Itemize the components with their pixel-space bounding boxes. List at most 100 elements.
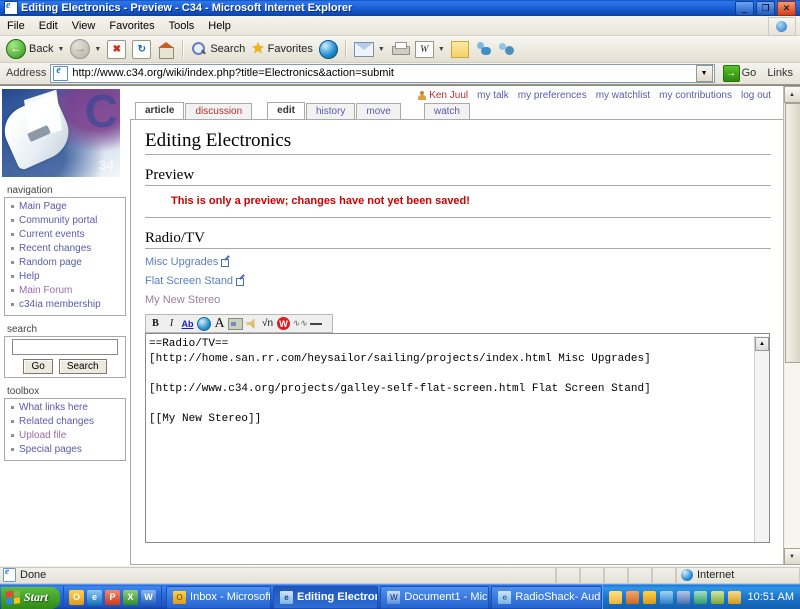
math-formula-button[interactable]: √n — [260, 316, 275, 331]
toolbox-link-special-pages[interactable]: Special pages — [19, 444, 82, 455]
tab-discussion[interactable]: discussion — [185, 103, 252, 119]
list-item[interactable]: Recent changes — [19, 242, 125, 256]
sidebar-link-current-events[interactable]: Current events — [19, 229, 85, 240]
list-item[interactable]: Special pages — [19, 443, 125, 457]
bold-button[interactable]: B — [148, 316, 163, 331]
embedded-image-button[interactable] — [228, 316, 243, 331]
close-button[interactable]: ✕ — [777, 1, 796, 16]
tab-edit[interactable]: edit — [267, 102, 305, 119]
links-button[interactable]: Links — [764, 67, 798, 79]
scroll-down-button[interactable]: ▼ — [784, 548, 800, 565]
menu-item-help[interactable]: Help — [201, 18, 238, 34]
tab-article[interactable]: article — [135, 102, 184, 119]
media-button[interactable] — [316, 38, 341, 60]
messenger-button[interactable] — [495, 38, 518, 60]
toolbox-link-upload-file[interactable]: Upload file — [19, 430, 66, 441]
toolbox-link-what-links-here[interactable]: What links here — [19, 402, 88, 413]
quicklaunch-powerpoint-icon[interactable]: P — [105, 590, 120, 605]
sidebar-link-c34ia-membership[interactable]: c34ia membership — [19, 299, 101, 310]
personal-link-log-out[interactable]: log out — [741, 90, 771, 101]
list-item[interactable]: Current events — [19, 228, 125, 242]
sidebar-link-main-forum[interactable]: Main Forum — [19, 285, 72, 296]
taskbar-item-ie-editing[interactable]: e Editing Electronics... — [273, 586, 378, 609]
wikitext-textarea[interactable]: ==Radio/TV== [http://home.san.rr.com/hey… — [145, 333, 770, 543]
taskbar-clock[interactable]: 10:51 AM — [745, 591, 794, 603]
edit-word-button[interactable]: W ▼ — [412, 38, 448, 60]
quicklaunch-word-icon[interactable]: W — [141, 590, 156, 605]
list-item[interactable]: Help — [19, 270, 125, 284]
menu-item-favorites[interactable]: Favorites — [102, 18, 161, 34]
list-item[interactable]: Upload file — [19, 429, 125, 443]
menu-item-file[interactable]: File — [0, 18, 32, 34]
external-link-button[interactable] — [196, 316, 211, 331]
scroll-up-icon[interactable]: ▲ — [755, 337, 769, 351]
scrollbar-thumb[interactable] — [785, 103, 800, 363]
taskbar-item-word-document[interactable]: W Document1 - Microso... — [380, 586, 489, 609]
refresh-button[interactable]: ↻ — [129, 38, 154, 60]
stop-button[interactable]: ✖ — [104, 38, 129, 60]
toolbox-link-related-changes[interactable]: Related changes — [19, 416, 94, 427]
scrollbar-track[interactable] — [785, 103, 800, 548]
security-zone[interactable]: Internet — [676, 567, 800, 584]
msn-button[interactable] — [472, 38, 495, 60]
menu-item-view[interactable]: View — [65, 18, 103, 34]
personal-link-my-contributions[interactable]: my contributions — [659, 90, 732, 101]
taskbar-item-ie-radioshack[interactable]: e RadioShack- Audio/Vi... — [491, 586, 601, 609]
start-button[interactable]: Start — [1, 587, 60, 609]
list-item[interactable]: Related changes — [19, 415, 125, 429]
forward-button[interactable]: → ▼ — [67, 38, 104, 60]
taskbar-item-outlook[interactable]: O Inbox - Microsoft Ou... — [166, 586, 271, 609]
quicklaunch-ie-icon[interactable]: e — [87, 590, 102, 605]
tab-watch[interactable]: watch — [424, 103, 470, 119]
site-logo[interactable]: C 34 — [2, 89, 120, 177]
search-button[interactable]: Search — [188, 38, 248, 60]
italic-button[interactable]: I — [164, 316, 179, 331]
print-button[interactable] — [388, 38, 412, 60]
list-item[interactable]: Main Forum — [19, 284, 125, 298]
mail-button[interactable]: ▼ — [351, 38, 388, 60]
content-link-my-new-stereo[interactable]: My New Stereo — [145, 294, 771, 306]
list-item[interactable]: Main Page — [19, 200, 125, 214]
tab-history[interactable]: history — [306, 103, 355, 119]
back-button[interactable]: ← Back ▼ — [3, 38, 67, 60]
sidebar-link-recent-changes[interactable]: Recent changes — [19, 243, 91, 254]
address-dropdown-icon[interactable]: ▼ — [696, 65, 713, 82]
search-input[interactable] — [12, 339, 118, 355]
menu-item-tools[interactable]: Tools — [162, 18, 202, 34]
list-item[interactable]: c34ia membership — [19, 298, 125, 312]
page-scrollbar[interactable]: ▲ ▼ — [783, 86, 800, 565]
personal-link-my-preferences[interactable]: my preferences — [518, 90, 587, 101]
sidebar-link-main-page[interactable]: Main Page — [19, 201, 67, 212]
favorites-button[interactable]: ★ Favorites — [248, 38, 316, 60]
list-item[interactable]: Community portal — [19, 214, 125, 228]
signature-button[interactable]: ∿∿ — [292, 316, 307, 331]
notes-button[interactable] — [448, 38, 472, 60]
restore-button[interactable]: ❐ — [756, 1, 775, 16]
minimize-button[interactable]: _ — [735, 1, 754, 16]
tab-move[interactable]: move — [356, 103, 400, 119]
search-submit-button[interactable]: Search — [59, 359, 107, 374]
headline-button[interactable]: A — [212, 316, 227, 331]
menu-item-edit[interactable]: Edit — [32, 18, 65, 34]
sidebar-link-help[interactable]: Help — [19, 271, 40, 282]
sidebar-link-community-portal[interactable]: Community portal — [19, 215, 97, 226]
scroll-up-button[interactable]: ▲ — [784, 86, 800, 103]
personal-link-my-talk[interactable]: my talk — [477, 90, 509, 101]
content-link-misc-upgrades[interactable]: Misc Upgrades — [145, 256, 771, 268]
nowiki-button[interactable]: W — [276, 316, 291, 331]
home-button[interactable] — [154, 38, 178, 60]
internal-link-button[interactable]: Ab — [180, 316, 195, 331]
username-link[interactable]: Ken Juul — [417, 90, 468, 101]
sidebar-link-random-page[interactable]: Random page — [19, 257, 82, 268]
media-file-link-button[interactable] — [244, 316, 259, 331]
go-button[interactable]: → Go — [719, 65, 761, 82]
search-go-button[interactable]: Go — [23, 359, 52, 374]
textarea-scrollbar[interactable]: ▲ — [754, 336, 769, 542]
personal-link-my-watchlist[interactable]: my watchlist — [596, 90, 650, 101]
horizontal-line-button[interactable] — [308, 316, 323, 331]
address-input[interactable]: http://www.c34.org/wiki/index.php?title=… — [50, 64, 714, 83]
content-link-flat-screen-stand[interactable]: Flat Screen Stand — [145, 275, 771, 287]
list-item[interactable]: What links here — [19, 401, 125, 415]
quicklaunch-excel-icon[interactable]: X — [123, 590, 138, 605]
list-item[interactable]: Random page — [19, 256, 125, 270]
